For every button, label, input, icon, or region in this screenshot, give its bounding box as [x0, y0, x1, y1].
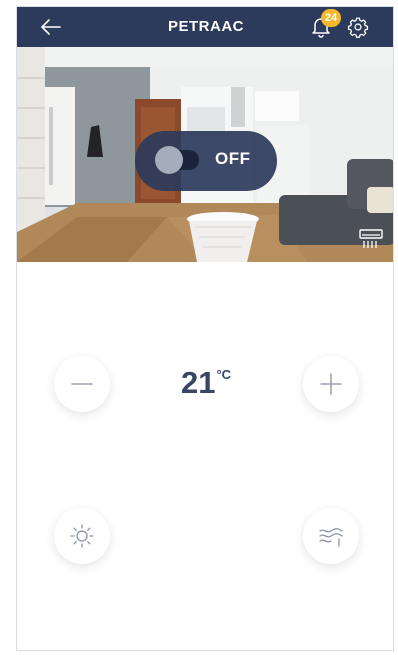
room-photo: OFF [17, 47, 393, 262]
top-bar: PETRAAC 24 [17, 7, 393, 47]
increase-temperature-button[interactable] [303, 356, 359, 412]
app-screen: PETRAAC 24 OFF 21°C [16, 6, 394, 651]
gear-icon [347, 17, 369, 38]
mode-button[interactable] [54, 508, 110, 564]
notifications-button[interactable]: 24 [307, 9, 341, 41]
temperature-unit: °C [216, 367, 232, 382]
plus-icon [320, 373, 342, 395]
settings-button[interactable] [344, 13, 372, 41]
minus-icon [71, 383, 93, 385]
ac-unit-icon [359, 228, 383, 250]
decrease-temperature-button[interactable] [54, 356, 110, 412]
sun-icon [70, 524, 94, 548]
fan-speed-button[interactable] [303, 508, 359, 564]
temperature-value: 21 [180, 365, 216, 400]
fan-speed-icon [319, 528, 343, 547]
switch-knob [155, 146, 183, 174]
temperature-display: 21°C [156, 365, 256, 401]
notification-badge: 24 [321, 9, 341, 27]
power-state-label: OFF [215, 149, 251, 168]
power-toggle[interactable]: OFF [135, 131, 277, 191]
